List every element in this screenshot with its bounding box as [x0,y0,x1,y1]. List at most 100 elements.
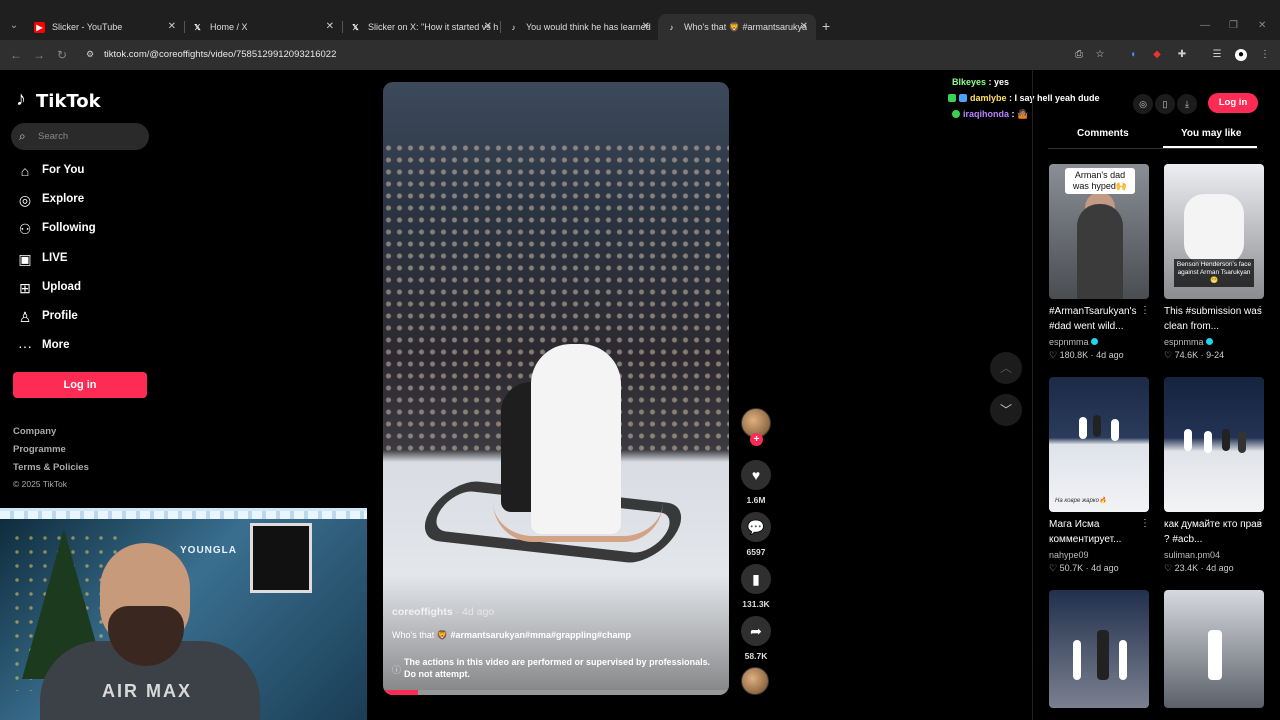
video-progress-bar[interactable] [383,690,729,695]
verified-icon [1090,338,1098,345]
window-close-icon[interactable]: ✕ [1258,20,1266,31]
nav-item-profile[interactable]: ♙ Profile [16,307,156,327]
shirt-print: AIR MAX [102,681,192,701]
tabs-divider [1048,148,1258,149]
heart-outline-icon: ♡ [1049,350,1058,360]
like-button[interactable]: ♥ [741,460,771,490]
verified-icon [1205,338,1213,345]
close-icon[interactable]: ✕ [168,14,176,40]
browser-menu-icon[interactable]: ⋮ [1259,49,1271,61]
heart-outline-icon: ♡ [1049,563,1058,573]
header-login-button[interactable]: Log in [1208,93,1258,113]
tab-comments[interactable]: Comments [1077,128,1129,139]
sub-badge-icon [952,110,960,118]
close-icon[interactable]: ✕ [642,14,650,40]
card-stats: ♡ 50.7K · 4d ago [1049,563,1119,573]
card-author[interactable]: nahype09 [1049,550,1089,560]
card-author[interactable]: espnmma [1164,337,1213,347]
nav-item-explore[interactable]: ◎ Explore [16,190,156,210]
save-count: 131.3K [742,599,770,609]
card-title[interactable]: как думайте кто прав ? #acb... [1164,517,1264,547]
compass-icon[interactable]: ◎ [1133,94,1153,114]
forward-icon[interactable]: → [33,48,45,62]
close-icon[interactable]: ✕ [484,14,492,40]
thumb-person [1238,431,1246,453]
tab-search-icon[interactable]: ⌄ [6,18,22,34]
nav-item-live[interactable]: ▣ LIVE [16,249,156,269]
share-button[interactable]: ➦ [741,616,771,646]
browser-tab[interactable]: 𝕏 Slicker on X: "How it started vs h ✕ [342,14,500,40]
browser-tab[interactable]: ▶ Slicker - YouTube ✕ [26,14,184,40]
nav-item-for-you[interactable]: ⌂ For You [16,161,156,181]
previous-video-button[interactable]: ︿ [990,352,1022,384]
browser-tab[interactable]: 𝕏 Home / X ✕ [184,14,342,40]
thumb-person [1119,640,1127,680]
media-controls-icon[interactable]: ☰ [1211,49,1223,61]
next-video-button[interactable]: ﹀ [990,394,1022,426]
wall-frame [250,523,312,593]
upload-icon: ⊞ [19,280,31,296]
device-icon[interactable]: ▯ [1155,94,1175,114]
thumb-person [1222,429,1230,451]
close-icon[interactable]: ✕ [326,14,334,40]
card-author[interactable]: suliman.pm04 [1164,550,1220,560]
new-tab-button[interactable]: + [822,19,830,33]
tab-you-may-like[interactable]: You may like [1181,128,1241,139]
install-app-icon[interactable]: ⎙ [1073,49,1085,61]
browser-tab[interactable]: ♪ You would think he has learned ✕ [500,14,658,40]
chat-message: Blkeyes : yes [952,77,1010,87]
card-title[interactable]: This #submission was clean from... [1164,304,1264,334]
back-icon[interactable]: ← [10,48,22,62]
thumb-person [1073,640,1081,680]
more-options-icon[interactable]: ⋮ [1255,305,1265,316]
nav-item-following[interactable]: ⚇ Following [16,219,156,239]
heart-outline-icon: ♡ [1164,563,1173,573]
nav-item-more[interactable]: ··· More [16,336,156,356]
video-thumbnail[interactable] [1049,590,1149,708]
more-options-icon[interactable]: ⋮ [1255,518,1265,529]
more-options-icon[interactable]: ⋮ [1140,518,1150,529]
video-thumbnail[interactable] [1164,377,1264,512]
search-input[interactable]: ⌕ Search [11,123,149,150]
browser-tab-active[interactable]: ♪ Who's that 🦁 #armantsarukya ✕ [658,14,816,40]
mod-badge-icon [959,94,967,102]
search-icon: ⌕ [19,129,26,143]
restore-icon[interactable]: ❐ [1229,20,1238,31]
music-disc-avatar[interactable] [741,667,769,695]
video-thumbnail[interactable]: Benson Henderson's face against Arman Ts… [1164,164,1264,299]
hashtags-link[interactable]: #armantsarukyan#mma#grappling#champ [450,630,631,640]
card-author[interactable]: espnmma [1049,337,1098,347]
bookmark-star-icon[interactable]: ☆ [1094,49,1106,61]
video-player[interactable]: coreoffights · 4d ago Who's that 🦁 #arma… [383,82,729,695]
footer-company-link[interactable]: Company [13,426,56,437]
card-title[interactable]: #ArmanTsarukyan's #dad went wild... [1049,304,1149,334]
video-thumbnail[interactable]: Arman's dad was hyped🙌 [1049,164,1149,299]
video-author[interactable]: coreoffights · 4d ago [392,606,494,618]
card-stats: ♡ 74.6K · 9-24 [1164,350,1225,360]
video-thumbnail[interactable]: На ковре жарко🔥 [1049,377,1149,512]
more-icon: ··· [18,338,32,354]
sidebar-login-button[interactable]: Log in [13,372,147,398]
thumb-text: Benson Henderson's face against Arman Ts… [1174,259,1254,287]
bookmark-icon: ▮ [752,571,760,587]
save-button[interactable]: ▮ [741,564,771,594]
video-thumbnail[interactable] [1164,590,1264,708]
close-icon[interactable]: ✕ [800,14,808,40]
download-icon[interactable]: ⤓ [1177,94,1197,114]
reload-icon[interactable]: ↻ [57,48,67,62]
extension-icon[interactable]: ◆ [1151,49,1163,61]
site-info-icon[interactable]: ⚙ [86,49,98,61]
follow-plus-button[interactable]: + [750,433,763,446]
comment-button[interactable]: 💬 [741,512,771,542]
profile-avatar-icon[interactable]: ● [1235,49,1247,61]
extension-icon[interactable]: ◖ [1127,49,1139,61]
card-title[interactable]: Мага Исма комментирует... [1049,517,1149,547]
more-options-icon[interactable]: ⋮ [1140,305,1150,316]
footer-terms-link[interactable]: Terms & Policies [13,462,89,473]
nav-item-upload[interactable]: ⊞ Upload [16,278,156,298]
minimize-icon[interactable]: — [1200,20,1210,31]
footer-programme-link[interactable]: Programme [13,444,66,455]
url-text[interactable]: tiktok.com/@coreoffights/video/758512991… [104,49,336,60]
footer-copyright: © 2025 TikTok [13,479,67,489]
extensions-puzzle-icon[interactable]: ✚ [1176,49,1188,61]
